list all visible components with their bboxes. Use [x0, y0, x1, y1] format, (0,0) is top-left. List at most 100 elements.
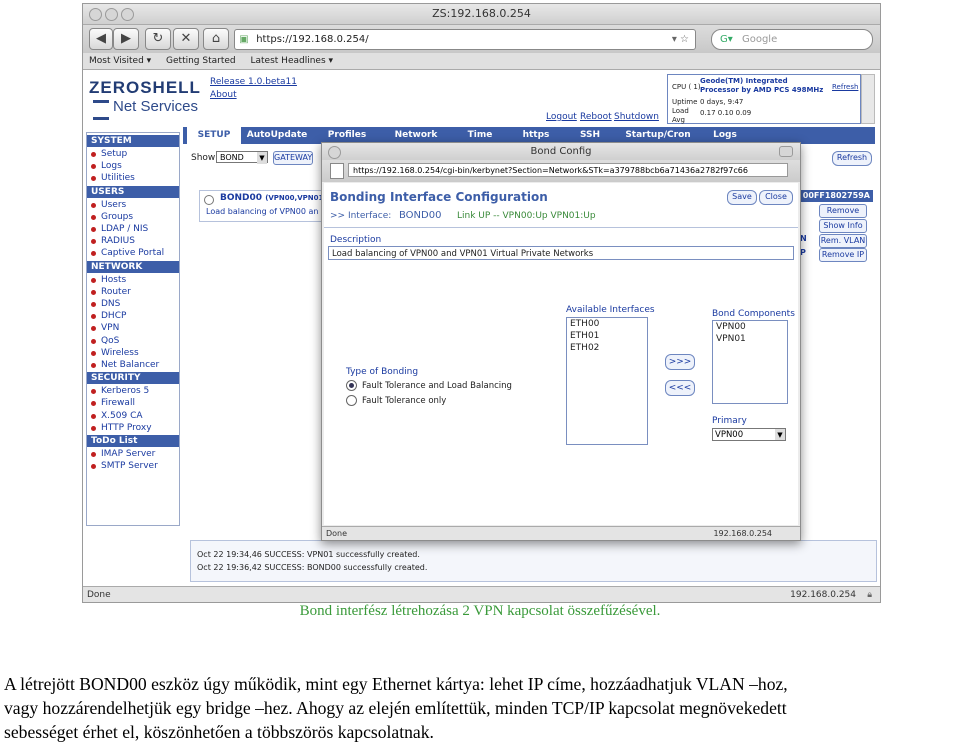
type-radio-lb[interactable] — [346, 380, 357, 391]
sidebar-item-groups[interactable]: Groups — [90, 211, 133, 223]
sidebar-item-firewall[interactable]: Firewall — [91, 397, 135, 409]
gateway-button[interactable]: GATEWAY — [273, 151, 313, 165]
sidebar-item-dns[interactable]: DNS — [90, 298, 120, 310]
show-select[interactable]: BOND ▼ — [216, 151, 268, 164]
sidebar-section-system: SYSTEM — [87, 135, 179, 147]
release-link[interactable]: Release 1.0.beta11 — [210, 77, 297, 87]
browser-toolbar: ◀ ▶ ↻ ✕ ⌂ ▣ https://192.168.0.254/ ▾ ☆ G… — [83, 25, 880, 53]
sidebar-item-setup[interactable]: Setup — [90, 148, 127, 160]
sidebar-item-utilities[interactable]: Utilities — [91, 172, 135, 184]
sidebar-item-qos[interactable]: QoS — [90, 335, 119, 347]
type-label: Type of Bonding — [346, 367, 419, 377]
search-input[interactable]: G▾ Google — [711, 29, 873, 50]
sidebar-item-imap-server[interactable]: IMAP Server — [90, 448, 155, 460]
available-label: Available Interfaces — [566, 305, 655, 315]
cpu-label: CPU ( 1) — [672, 83, 701, 91]
url-dropdown-icon[interactable]: ▾ ☆ — [672, 30, 689, 49]
popup-status-text: Done — [326, 529, 348, 538]
popup-close-icon[interactable] — [328, 146, 341, 159]
bookmark-latest-headlines[interactable]: Latest Headlines ▾ — [251, 56, 334, 66]
save-button[interactable]: Save — [727, 190, 757, 205]
remove-vlan-button[interactable]: Rem. VLAN — [819, 234, 867, 248]
sidebar-item-hosts[interactable]: Hosts — [90, 274, 126, 286]
sidebar-item-x-509-ca[interactable]: X.509 CA — [91, 410, 143, 422]
logo-subtitle: Net Services — [113, 98, 199, 115]
sidebar-section-users: USERS — [87, 185, 179, 198]
description-input[interactable]: Load balancing of VPN00 and VPN01 Virtua… — [328, 246, 794, 260]
stop-icon[interactable]: ✕ — [173, 28, 199, 50]
list-item[interactable]: VPN00 — [713, 321, 787, 333]
popup-url[interactable]: https://192.168.0.254/cgi-bin/kerbynet?S… — [348, 163, 788, 177]
body-paragraph: A létrejött BOND00 eszköz úgy működik, m… — [4, 672, 960, 744]
sidebar-item-captive-portal[interactable]: Captive Portal — [90, 247, 164, 259]
status-text: Done — [87, 590, 111, 600]
list-item[interactable]: ETH02 — [567, 342, 647, 354]
sidebar-item-http-proxy[interactable]: HTTP Proxy — [91, 422, 152, 434]
chevron-down-icon: ▼ — [257, 152, 267, 164]
type-radio-ft[interactable] — [346, 395, 357, 406]
logo-lines-icon — [93, 100, 109, 120]
browser-status-bar: Done 192.168.0.254 🔒︎ — [83, 586, 880, 602]
forward-icon[interactable]: ▶ — [113, 28, 139, 50]
zeroshell-logo: ZEROSHELL — [89, 78, 201, 97]
primary-select[interactable]: VPN00 ▼ — [712, 428, 786, 441]
sysinfo-scrollbar[interactable] — [861, 74, 875, 124]
browser-window: ZS:192.168.0.254 ◀ ▶ ↻ ✕ ⌂ ▣ https://192… — [82, 3, 881, 603]
close-button[interactable]: Close — [759, 190, 793, 205]
url-text: https://192.168.0.254/ — [256, 34, 369, 45]
refresh-sysinfo-link[interactable]: Refresh — [832, 83, 858, 91]
popup-toolbar-toggle-icon[interactable] — [779, 146, 793, 157]
remove-button[interactable]: Remove — [819, 204, 867, 218]
sidebar-item-vpn[interactable]: VPN — [90, 322, 119, 334]
logout-link[interactable]: Logout — [546, 112, 577, 122]
back-icon[interactable]: ◀ — [89, 28, 113, 50]
about-link[interactable]: About — [210, 90, 237, 100]
tab-autoupdate[interactable]: AutoUpdate — [242, 127, 312, 144]
refresh-button[interactable]: Refresh — [832, 151, 872, 166]
list-item[interactable]: ETH01 — [567, 330, 647, 342]
type-option-label: Fault Tolerance only — [362, 396, 447, 406]
available-interfaces-list[interactable]: ETH00 ETH01 ETH02 — [566, 317, 648, 445]
bookmark-most-visited[interactable]: Most Visited ▾ — [89, 56, 151, 66]
sidebar-item-kerberos-5[interactable]: Kerberos 5 — [90, 385, 149, 397]
log-line: Oct 22 19:34,46 SUCCESS: VPN01 successfu… — [197, 550, 420, 559]
sidebar-item-wireless[interactable]: Wireless — [91, 347, 139, 359]
popup-url-bar: https://192.168.0.254/cgi-bin/kerbynet?S… — [322, 160, 800, 182]
sidebar-item-radius[interactable]: RADIUS — [91, 235, 135, 247]
remove-ip-button[interactable]: Remove IP — [819, 248, 867, 262]
sidebar-item-smtp-server[interactable]: SMTP Server — [91, 460, 158, 472]
show-label: Show — [191, 153, 216, 163]
show-select-value: BOND — [220, 153, 244, 162]
log-box: Oct 22 19:34,46 SUCCESS: VPN01 successfu… — [190, 540, 877, 582]
tab-setup[interactable]: SETUP — [187, 127, 241, 144]
list-item[interactable]: ETH00 — [567, 318, 647, 330]
shutdown-link[interactable]: Shutdown — [614, 112, 659, 122]
list-item[interactable]: VPN01 — [713, 333, 787, 345]
url-bar[interactable]: ▣ https://192.168.0.254/ ▾ ☆ — [234, 29, 696, 50]
search-placeholder: Google — [741, 34, 778, 45]
sidebar-item-router[interactable]: Router — [91, 286, 131, 298]
sidebar-item-ldap-nis[interactable]: LDAP / NIS — [90, 223, 148, 235]
sidebar-item-dhcp[interactable]: DHCP — [90, 310, 126, 322]
bond-entry[interactable]: BOND00 (VPN00,VPN01) Load balancing of V… — [199, 190, 327, 222]
sidebar-item-users[interactable]: Users — [90, 199, 126, 211]
google-icon: G▾ — [720, 34, 733, 45]
uptime-value: 0 days, 9:47 — [700, 98, 744, 106]
bond-desc: Load balancing of VPN00 an — [206, 207, 319, 216]
remove-interface-button[interactable]: <<< — [665, 380, 695, 396]
sidebar-item-logs[interactable]: Logs — [91, 160, 122, 172]
bookmark-getting-started[interactable]: Getting Started — [166, 56, 236, 66]
bond-radio[interactable] — [204, 195, 214, 205]
paragraph-line: A létrejött BOND00 eszköz úgy működik, m… — [4, 674, 788, 694]
sidebar-item-net-balancer[interactable]: Net Balancer — [90, 359, 159, 371]
description-label: Description — [330, 235, 382, 245]
show-info-button[interactable]: Show Info — [819, 219, 867, 233]
reboot-link[interactable]: Reboot — [580, 112, 612, 122]
add-interface-button[interactable]: >>> — [665, 354, 695, 370]
type-option-label: Fault Tolerance and Load Balancing — [362, 381, 512, 391]
home-icon[interactable]: ⌂ — [203, 28, 229, 50]
reload-icon[interactable]: ↻ — [145, 28, 171, 50]
link-status: Link UP -- VPN00:Up VPN01:Up — [457, 211, 596, 221]
bond-components-list[interactable]: VPN00 VPN01 — [712, 320, 788, 404]
title-bar: ZS:192.168.0.254 — [83, 4, 880, 25]
